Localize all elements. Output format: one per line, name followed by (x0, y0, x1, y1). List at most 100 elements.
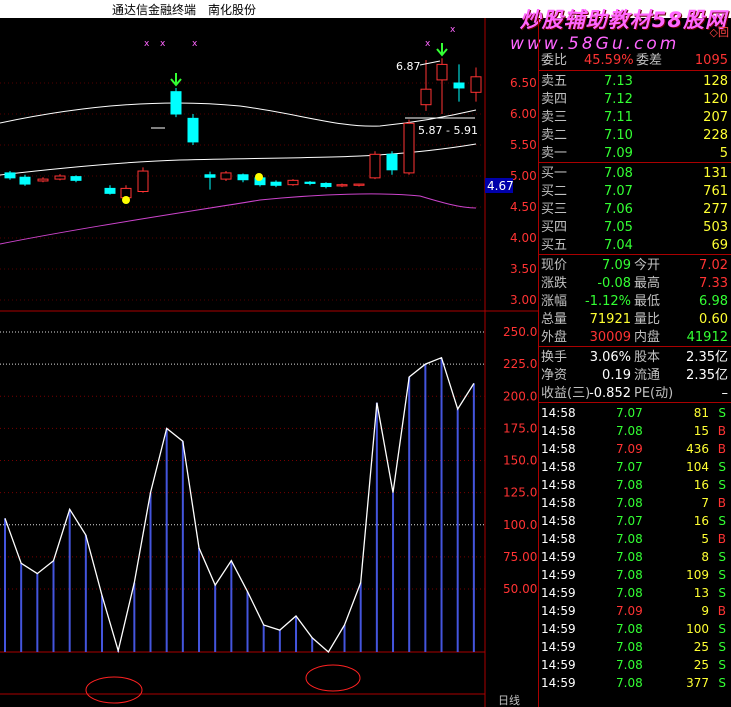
price-tick-label: 3.00 (510, 293, 537, 307)
buy-level-row[interactable]: 买五 7.04 69 (538, 237, 731, 255)
tick-time: 14:59 (541, 604, 576, 618)
stat-label: 总量 (541, 312, 568, 327)
stat-row[interactable]: 现价 7.09 今开 7.02 (538, 257, 731, 275)
tick-side: B (717, 532, 726, 546)
buy-level-row[interactable]: 买二 7.07 761 (538, 183, 731, 201)
tick-row[interactable]: 14:58 7.07 16 S (538, 512, 731, 530)
stat-row[interactable]: 外盘 30009 内盘 41912 (538, 329, 731, 347)
tick-time: 14:59 (541, 568, 576, 582)
stat-row[interactable]: 收益(三) -0.852 PE(动) – (538, 385, 731, 403)
candle-body (19, 176, 31, 185)
tick-time: 14:59 (541, 550, 576, 564)
indicator-grid (0, 331, 485, 590)
candlesticks (4, 58, 482, 200)
buy-volume: 761 (703, 184, 728, 199)
tick-row[interactable]: 14:58 7.08 7 B (538, 494, 731, 512)
buy-price: 7.05 (604, 220, 633, 235)
current-price-tag: 4.67 (487, 179, 514, 193)
tick-side: S (718, 514, 726, 528)
tick-row[interactable]: 14:59 7.08 377 S (538, 674, 731, 692)
buy-level-row[interactable]: 买三 7.06 277 (538, 201, 731, 219)
candle-body (187, 117, 199, 143)
tick-row[interactable]: 14:59 7.09 9 B (538, 602, 731, 620)
sell-price: 7.09 (604, 146, 633, 161)
tick-volume: 16 (693, 514, 709, 528)
stat-row[interactable]: 涨幅 -1.12% 最低 6.98 (538, 293, 731, 311)
buy-price: 7.06 (604, 202, 633, 217)
buy-level-row[interactable]: 买四 7.05 503 (538, 219, 731, 237)
candle-body (137, 170, 149, 192)
candle-body (54, 175, 66, 180)
stat-label: 外盘 (541, 330, 568, 345)
candle-body (470, 76, 482, 93)
marker-x: x (192, 39, 198, 49)
sell-level-row[interactable]: 卖一 7.09 5 (538, 145, 731, 163)
tick-price: 7.08 (616, 496, 643, 510)
indicator-tick-label: 250.00 (503, 325, 538, 339)
indicator-axis: 250.00 225.00 200.00 175.00 150.00 125.00 100.… (503, 325, 538, 596)
tick-price: 7.08 (616, 550, 643, 564)
tick-time: 14:58 (541, 496, 576, 510)
indicator-line (4, 356, 475, 654)
sell-level-row[interactable]: 卖四 7.12 120 (538, 91, 731, 109)
tick-volume: 109 (686, 568, 709, 582)
tick-row[interactable]: 14:59 7.08 13 S (538, 584, 731, 602)
highlight-circle (305, 664, 361, 692)
price-tick-label: 6.50 (510, 76, 537, 90)
buy-volume: 131 (703, 166, 728, 181)
signal-dot-icon (122, 196, 130, 204)
candle-body (336, 184, 348, 187)
tick-time: 14:59 (541, 676, 576, 690)
tick-row[interactable]: 14:59 7.08 25 S (538, 638, 731, 656)
period-label[interactable]: 日线 (498, 693, 520, 707)
tick-volume: 13 (693, 586, 709, 600)
stat-row[interactable]: 净资 0.19 流通 2.35亿 (538, 367, 731, 385)
tick-row[interactable]: 14:58 7.08 5 B (538, 530, 731, 548)
tick-volume: 15 (693, 424, 709, 438)
stat-value: 7.02 (699, 258, 728, 273)
stat-row[interactable]: 总量 71921 量比 0.60 (538, 311, 731, 329)
tick-row[interactable]: 14:58 7.08 15 B (538, 422, 731, 440)
annotation-high: 6.87 (396, 60, 421, 73)
tick-row[interactable]: 14:59 7.08 100 S (538, 620, 731, 638)
tick-volume: 25 (693, 658, 709, 672)
buy-volume: 277 (703, 202, 728, 217)
price-grid (0, 82, 485, 301)
stat-value: 7.09 (602, 258, 631, 273)
stat-row[interactable]: 换手 3.06% 股本 2.35亿 (538, 349, 731, 367)
tick-time: 14:58 (541, 424, 576, 438)
stat-value: – (721, 386, 729, 401)
chart-area[interactable]: 6.506.005.505.004.504.003.503.00 250.002… (0, 18, 538, 707)
tick-volume: 5 (701, 532, 709, 546)
stat-row[interactable]: 涨跌 -0.08 最高 7.33 (538, 275, 731, 293)
tick-side: B (717, 424, 726, 438)
tick-volume: 7 (701, 496, 709, 510)
marker-x: x (425, 39, 431, 49)
price-tick-label: 5.50 (510, 138, 537, 152)
sell-level-row[interactable]: 卖五 7.13 128 (538, 73, 731, 91)
sell-label: 卖二 (541, 128, 568, 143)
candle-body (320, 182, 332, 188)
tick-row[interactable]: 14:59 7.08 25 S (538, 656, 731, 674)
tick-time: 14:58 (541, 406, 576, 420)
stat-value: 3.06% (589, 350, 631, 365)
candle-body (287, 179, 299, 186)
buy-label: 买四 (541, 220, 568, 235)
tick-row[interactable]: 14:59 7.08 109 S (538, 566, 731, 584)
buy-level-row[interactable]: 买一 7.08 131 (538, 165, 731, 183)
sell-volume: 5 (719, 146, 728, 161)
tick-volume: 9 (701, 604, 709, 618)
price-axis: 6.50 6.00 5.50 5.00 4.50 4.00 3.50 3.00 (510, 76, 537, 307)
tick-row[interactable]: 14:58 7.07 81 S (538, 404, 731, 422)
sell-level-row[interactable]: 卖三 7.11 207 (538, 109, 731, 127)
tick-row[interactable]: 14:59 7.08 8 S (538, 548, 731, 566)
tick-row[interactable]: 14:58 7.09 436 B (538, 440, 731, 458)
stat-value: 0.19 (602, 368, 631, 383)
stat-value: 71921 (589, 312, 631, 327)
sell-level-row[interactable]: 卖二 7.10 228 (538, 127, 731, 145)
sell-label: 卖三 (541, 110, 568, 125)
tick-row[interactable]: 14:58 7.07 104 S (538, 458, 731, 476)
tick-side: S (718, 622, 726, 636)
tick-time: 14:58 (541, 442, 576, 456)
tick-row[interactable]: 14:58 7.08 16 S (538, 476, 731, 494)
